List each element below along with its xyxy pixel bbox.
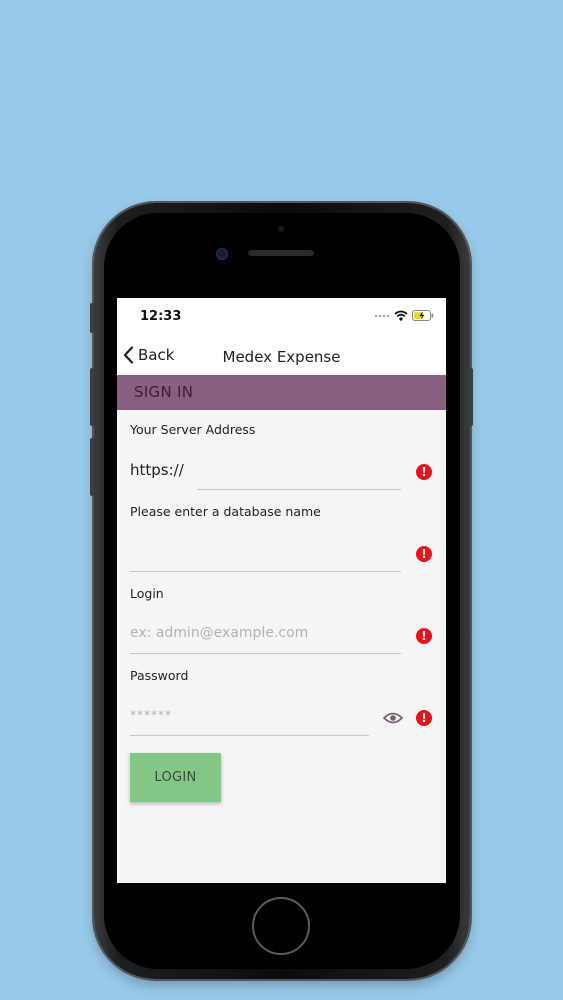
password-input[interactable]: ****** — [130, 708, 172, 722]
eye-icon[interactable] — [383, 712, 403, 724]
home-button[interactable] — [252, 897, 310, 955]
status-icons — [374, 310, 434, 321]
app-screen: 12:33 Back Medex Expense SIGN IN Your Se… — [117, 298, 446, 883]
wifi-icon — [394, 310, 408, 321]
mute-switch — [90, 303, 94, 333]
volume-down-button — [90, 438, 94, 496]
login-underline — [130, 653, 401, 654]
server-error-icon: ! — [416, 464, 432, 480]
volume-up-button — [90, 368, 94, 426]
password-label: Password — [130, 668, 189, 683]
power-button — [469, 368, 473, 426]
status-time: 12:33 — [140, 309, 182, 324]
sign-in-header: SIGN IN — [117, 375, 446, 410]
password-error-icon: ! — [416, 710, 432, 726]
navigation-bar: Back Medex Expense — [117, 338, 446, 375]
server-address-label: Your Server Address — [130, 422, 256, 437]
proximity-sensor — [278, 226, 284, 232]
server-protocol-prefix: https:// — [130, 461, 184, 479]
login-input[interactable]: ex: admin@example.com — [130, 625, 308, 641]
database-error-icon: ! — [416, 546, 432, 562]
password-underline — [130, 735, 369, 736]
database-label: Please enter a database name — [130, 504, 321, 519]
earpiece-speaker — [248, 250, 314, 256]
database-input[interactable] — [130, 571, 401, 572]
front-camera-icon — [216, 248, 228, 260]
signal-dots-icon — [374, 314, 390, 317]
server-address-input[interactable] — [197, 489, 401, 490]
status-bar: 12:33 — [117, 298, 446, 338]
login-label: Login — [130, 586, 164, 601]
sign-in-form: Your Server Address https:// ! Please en… — [117, 410, 446, 883]
battery-charging-icon — [412, 310, 434, 321]
login-button[interactable]: LOGIN — [130, 753, 221, 802]
page-title: Medex Expense — [222, 348, 341, 366]
login-error-icon: ! — [416, 628, 432, 644]
